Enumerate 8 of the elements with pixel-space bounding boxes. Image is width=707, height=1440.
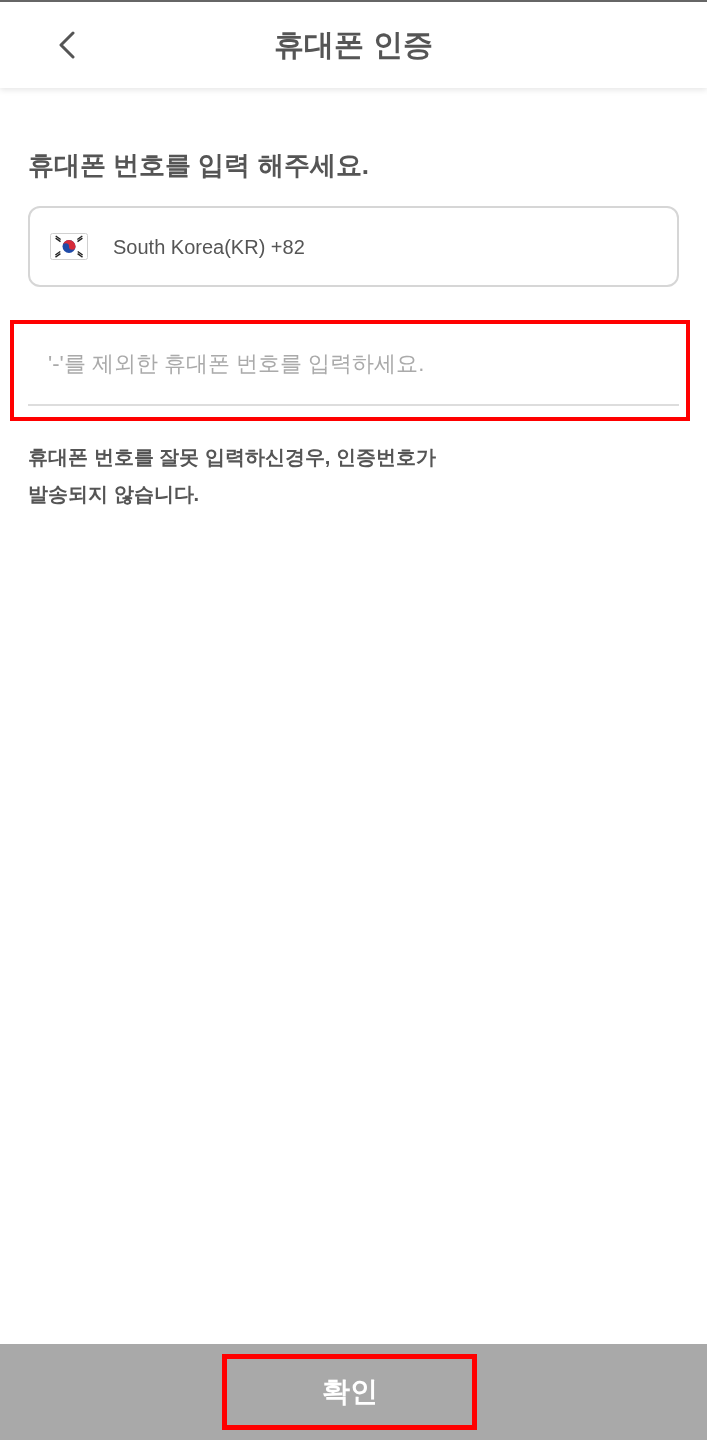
section-heading: 휴대폰 번호를 입력 해주세요. xyxy=(28,149,370,182)
back-button[interactable] xyxy=(58,31,76,59)
phone-input[interactable]: '-'를 제외한 휴대폰 번호를 입력하세요. xyxy=(28,324,679,406)
country-select[interactable]: South Korea(KR) +82 xyxy=(28,206,679,287)
notice-text: 휴대폰 번호를 잘못 입력하신경우, 인증번호가 발송되지 않습니다. xyxy=(28,445,437,507)
page-title: 휴대폰 인증 xyxy=(274,27,433,63)
flag-icon xyxy=(50,233,88,260)
chevron-left-icon xyxy=(58,31,76,59)
